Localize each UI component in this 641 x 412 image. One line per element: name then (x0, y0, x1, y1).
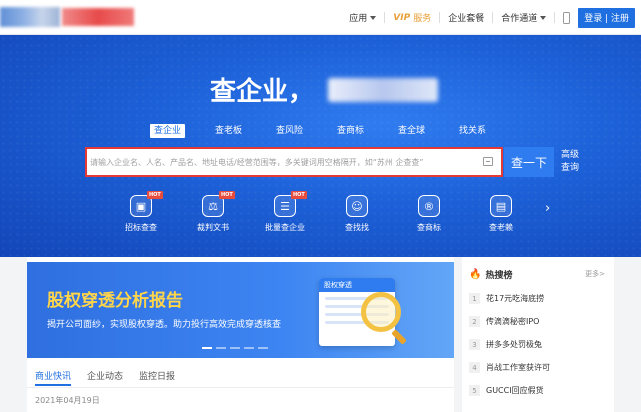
nav-vip-service[interactable]: VIP 服务 (385, 11, 439, 25)
quick-tool-label: 查商标 (417, 223, 441, 232)
quick-tool-label: 招标查查 (125, 223, 157, 232)
rank-number: 3 (469, 339, 480, 350)
mobile-app-icon[interactable] (563, 11, 571, 24)
quick-tool-1[interactable]: ⚖ HOT 裁判文书 (177, 191, 249, 233)
hot-search-text: 拼多多处罚极兔 (486, 340, 542, 349)
rank-number: 5 (469, 385, 480, 396)
flame-icon: 🔥 (469, 269, 482, 280)
hot-badge: HOT (219, 191, 235, 199)
chevron-right-icon[interactable]: › (545, 201, 550, 216)
tab-business-news[interactable]: 商业快讯 (35, 369, 72, 386)
top-bar: 应用 VIP 服务 企业套餐 合作通道 登录 | 注册 (0, 0, 641, 35)
hot-search-item[interactable]: 3 拼多多处罚极兔 (469, 339, 542, 350)
quick-tool-label: 裁判文书 (197, 223, 229, 232)
hot-search-text: 花17元吃海底捞 (486, 294, 545, 303)
tab-trademark[interactable]: 查商标 (320, 124, 381, 138)
magnifier-icon (361, 292, 401, 332)
tab-boss[interactable]: 查老板 (198, 124, 259, 138)
quick-tool-label: 查老赖 (489, 223, 513, 232)
news-date: 2021年04月19日 (35, 396, 100, 405)
rank-number: 4 (469, 362, 480, 373)
chevron-down-icon (370, 15, 377, 20)
blurred-username (328, 77, 439, 102)
nav-apps[interactable]: 应用 (341, 11, 384, 24)
hot-search-text: 肖战工作室获许可 (486, 363, 550, 372)
trademark-icon: ® (418, 195, 440, 217)
tab-risk[interactable]: 查风险 (259, 124, 320, 138)
hot-search-item[interactable]: 5 GUCCI回应假货 (469, 385, 544, 396)
tab-monitor-daily[interactable]: 监控日报 (139, 369, 175, 386)
find-people-icon: ☺ (346, 195, 368, 217)
quick-tool-2[interactable]: ☰ HOT 批量查企业 (249, 191, 321, 233)
more-link[interactable]: 更多> (585, 269, 605, 279)
search-button[interactable]: 查一下 (504, 147, 554, 177)
quick-tool-4[interactable]: ® 查商标 (393, 195, 465, 233)
site-logo[interactable] (0, 7, 134, 27)
main-content: 股权穿透分析报告 揭开公司面纱，实现股权穿透。助力投行高效完成穿透核查 股权穿透… (27, 257, 454, 412)
tab-relations[interactable]: 找关系 (442, 124, 503, 138)
tab-company[interactable]: 查企业 (150, 124, 185, 138)
hot-search-text: 传滴滴秘密IPO (486, 317, 540, 326)
chevron-down-icon (540, 15, 547, 20)
hero-title: 查企业， (210, 71, 439, 108)
hot-search-item[interactable]: 1 花17元吃海底捞 (469, 293, 544, 304)
top-nav: 应用 VIP 服务 企业套餐 合作通道 登录 | 注册 (341, 0, 641, 35)
rank-number: 1 (469, 293, 480, 304)
news-tabs: 商业快讯 企业动态 监控日报 (35, 369, 191, 386)
quick-tool-0[interactable]: ▣ HOT 招标查查 (105, 191, 177, 233)
search-input[interactable] (85, 147, 465, 177)
hot-search-panel: 🔥 热搜榜 更多> 1 花17元吃海底捞 2 传滴滴秘密IPO 3 拼多多处罚极兔 4 肖战工… (462, 257, 614, 412)
quick-tools: ▣ HOT 招标查查 ⚖ HOT 裁判文书 ☰ HOT 批量查企业 ☺ 查找找 ® 查商标 ▤ 查老赖 (105, 191, 537, 233)
scan-icon[interactable] (483, 157, 493, 166)
advanced-search-link[interactable]: 高级查询 (561, 149, 583, 175)
quick-tool-5[interactable]: ▤ 查老赖 (465, 195, 537, 233)
search-box (85, 147, 503, 177)
nav-cooperation[interactable]: 合作通道 (493, 11, 554, 24)
tab-global[interactable]: 查全球 (381, 124, 442, 138)
nav-enterprise-plan[interactable]: 企业套餐 (440, 11, 492, 24)
quick-tool-label: 批量查企业 (265, 223, 305, 232)
tab-company-updates[interactable]: 企业动态 (87, 369, 123, 386)
hot-search-item[interactable]: 2 传滴滴秘密IPO (469, 316, 539, 327)
hot-search-item[interactable]: 4 肖战工作室获许可 (469, 362, 550, 373)
banner-subtitle: 揭开公司面纱，实现股权穿透。助力投行高效完成穿透核查 (47, 320, 282, 330)
search-tabs: 查企业 查老板 查风险 查商标 查全球 找关系 (150, 124, 503, 138)
hero-search-section: 查企业， 查企业 查老板 查风险 查商标 查全球 找关系 查一下 高级查询 ▣H… (0, 35, 641, 257)
login-register-button[interactable]: 登录 | 注册 (578, 7, 635, 28)
hot-badge: HOT (147, 191, 163, 199)
hot-search-text: GUCCI回应假货 (486, 386, 544, 395)
banner-title: 股权穿透分析报告 (47, 291, 183, 311)
rank-number: 2 (469, 316, 480, 327)
quick-tool-label: 查找找 (345, 223, 369, 232)
deadbeat-icon: ▤ (490, 195, 512, 217)
hot-badge: HOT (291, 191, 307, 199)
promo-banner[interactable]: 股权穿透分析报告 揭开公司面纱，实现股权穿透。助力投行高效完成穿透核查 股权穿透 (27, 262, 454, 358)
hot-search-title: 🔥 热搜榜 (469, 269, 513, 281)
banner-pager[interactable] (202, 347, 268, 349)
quick-tool-3[interactable]: ☺ 查找找 (321, 195, 393, 233)
